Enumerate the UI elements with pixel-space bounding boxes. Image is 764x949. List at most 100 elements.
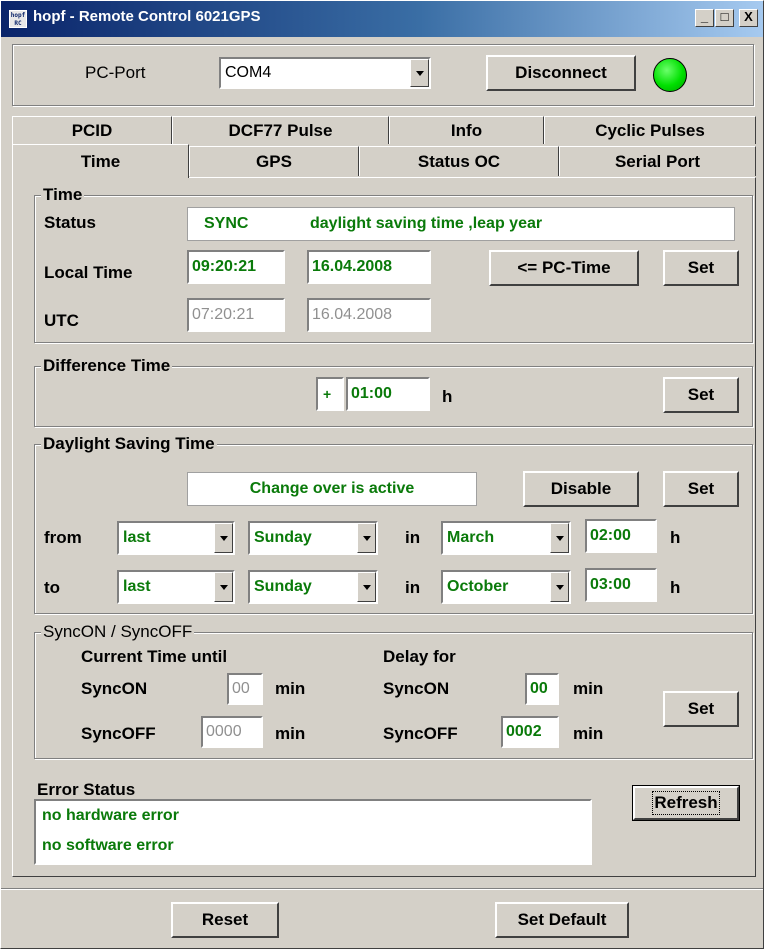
delay-syncoff-unit: min xyxy=(573,724,604,743)
time-group-title: Time xyxy=(41,185,85,205)
to-day-select[interactable]: Sunday xyxy=(248,570,378,604)
from-week-select[interactable]: last xyxy=(117,521,235,555)
to-week-value: last xyxy=(123,578,151,595)
current-syncon-field: 00 xyxy=(227,673,263,705)
set-dst-label: Set xyxy=(687,479,715,498)
tab-gps[interactable]: GPS xyxy=(189,146,359,176)
set-sync-label: Set xyxy=(687,699,715,718)
to-time-input[interactable]: 03:00 xyxy=(585,568,657,602)
to-month-select[interactable]: October xyxy=(441,570,571,604)
pc-time-label: <= PC-Time xyxy=(517,258,611,277)
error-status-title: Error Status xyxy=(35,780,138,800)
connection-group: PC-Port COM4 Disconnect xyxy=(12,44,754,106)
set-sync-button[interactable]: Set xyxy=(663,691,739,727)
to-month-value: October xyxy=(447,578,509,595)
delay-header: Delay for xyxy=(383,647,456,666)
chevron-down-icon[interactable] xyxy=(550,523,569,553)
local-time-label: Local Time xyxy=(44,263,133,282)
to-in-label: in xyxy=(405,578,421,597)
current-syncoff-unit: min xyxy=(275,724,306,743)
difference-sign-field[interactable]: + xyxy=(316,377,344,411)
title-bar[interactable]: hopf RC hopf - Remote Control 6021GPS _ … xyxy=(1,1,763,37)
from-in-label: in xyxy=(405,528,421,547)
daylight-saving-title: Daylight Saving Time xyxy=(41,434,217,454)
hardware-error-line: no hardware error xyxy=(42,807,179,824)
current-syncoff-label: SyncOFF xyxy=(81,724,156,743)
disable-dst-button[interactable]: Disable xyxy=(523,471,639,507)
chevron-down-icon[interactable] xyxy=(410,59,429,87)
delay-syncon-label: SyncON xyxy=(383,679,450,698)
set-difference-label: Set xyxy=(687,385,715,404)
from-day-value: Sunday xyxy=(254,529,312,546)
from-time-input[interactable]: 02:00 xyxy=(585,519,657,553)
utc-date-field: 16.04.2008 xyxy=(307,298,431,332)
chevron-down-icon[interactable] xyxy=(214,523,233,553)
delay-syncoff-input[interactable]: 0002 xyxy=(501,716,559,748)
set-time-label: Set xyxy=(687,258,715,277)
tab-serial-port[interactable]: Serial Port xyxy=(559,146,756,176)
difference-unit: h xyxy=(442,387,453,406)
close-button[interactable]: X xyxy=(739,9,758,27)
from-month-value: March xyxy=(447,529,495,546)
sync-status-detail: daylight saving time ,leap year xyxy=(310,215,543,232)
set-dst-button[interactable]: Set xyxy=(663,471,739,507)
set-difference-button[interactable]: Set xyxy=(663,377,739,413)
tab-dcf77-pulse[interactable]: DCF77 Pulse xyxy=(172,116,389,144)
delay-syncon-input[interactable]: 00 xyxy=(525,673,559,705)
to-week-select[interactable]: last xyxy=(117,570,235,604)
difference-time-title: Difference Time xyxy=(41,356,173,376)
app-icon: hopf RC xyxy=(9,10,27,28)
difference-time-input[interactable]: 01:00 xyxy=(346,377,430,411)
tab-cyclic-pulses[interactable]: Cyclic Pulses xyxy=(544,116,756,144)
footer-divider xyxy=(1,888,763,890)
tab-time[interactable]: Time xyxy=(12,144,189,178)
from-unit: h xyxy=(670,528,681,547)
refresh-button[interactable]: Refresh xyxy=(632,785,740,821)
to-label: to xyxy=(44,578,61,597)
disable-dst-label: Disable xyxy=(550,479,612,498)
minimize-button[interactable]: _ xyxy=(695,9,714,27)
from-month-select[interactable]: March xyxy=(441,521,571,555)
to-unit: h xyxy=(670,578,681,597)
from-week-value: last xyxy=(123,529,151,546)
sync-group-title: SyncON / SyncOFF xyxy=(41,622,195,642)
to-day-value: Sunday xyxy=(254,578,312,595)
current-syncoff-field: 0000 xyxy=(201,716,263,748)
current-syncon-label: SyncON xyxy=(81,679,148,698)
disconnect-button[interactable]: Disconnect xyxy=(486,55,636,91)
sync-status-value: SYNC xyxy=(204,215,249,232)
pc-port-value: COM4 xyxy=(225,64,272,81)
local-date-input[interactable]: 16.04.2008 xyxy=(307,250,431,284)
from-label: from xyxy=(44,528,82,547)
changeover-status-field: Change over is active xyxy=(187,472,477,506)
from-day-select[interactable]: Sunday xyxy=(248,521,378,555)
chevron-down-icon[interactable] xyxy=(214,572,233,602)
utc-label: UTC xyxy=(44,311,79,330)
delay-syncoff-label: SyncOFF xyxy=(383,724,458,743)
current-time-header: Current Time until xyxy=(81,647,228,666)
status-label: Status xyxy=(44,213,96,232)
pc-port-select[interactable]: COM4 xyxy=(219,57,431,89)
window-title: hopf - Remote Control 6021GPS xyxy=(33,8,261,25)
set-time-button[interactable]: Set xyxy=(663,250,739,286)
active-tab-join xyxy=(13,176,188,179)
error-status-box: no hardware error no software error xyxy=(34,799,592,865)
refresh-label: Refresh xyxy=(652,791,720,815)
pc-time-button[interactable]: <= PC-Time xyxy=(489,250,639,286)
tab-pcid[interactable]: PCID xyxy=(12,116,172,144)
maximize-button[interactable]: □ xyxy=(715,9,734,27)
sync-status-field: SYNC daylight saving time ,leap year xyxy=(187,207,735,241)
chevron-down-icon[interactable] xyxy=(357,572,376,602)
set-default-button[interactable]: Set Default xyxy=(495,902,629,938)
disconnect-label: Disconnect xyxy=(515,63,607,82)
tab-status-oc[interactable]: Status OC xyxy=(359,146,559,176)
chevron-down-icon[interactable] xyxy=(550,572,569,602)
reset-label: Reset xyxy=(201,910,249,929)
delay-syncon-unit: min xyxy=(573,679,604,698)
utc-time-field: 07:20:21 xyxy=(187,298,285,332)
pc-port-label: PC-Port xyxy=(85,63,146,82)
chevron-down-icon[interactable] xyxy=(357,523,376,553)
tab-info[interactable]: Info xyxy=(389,116,544,144)
reset-button[interactable]: Reset xyxy=(171,902,279,938)
local-time-input[interactable]: 09:20:21 xyxy=(187,250,285,284)
